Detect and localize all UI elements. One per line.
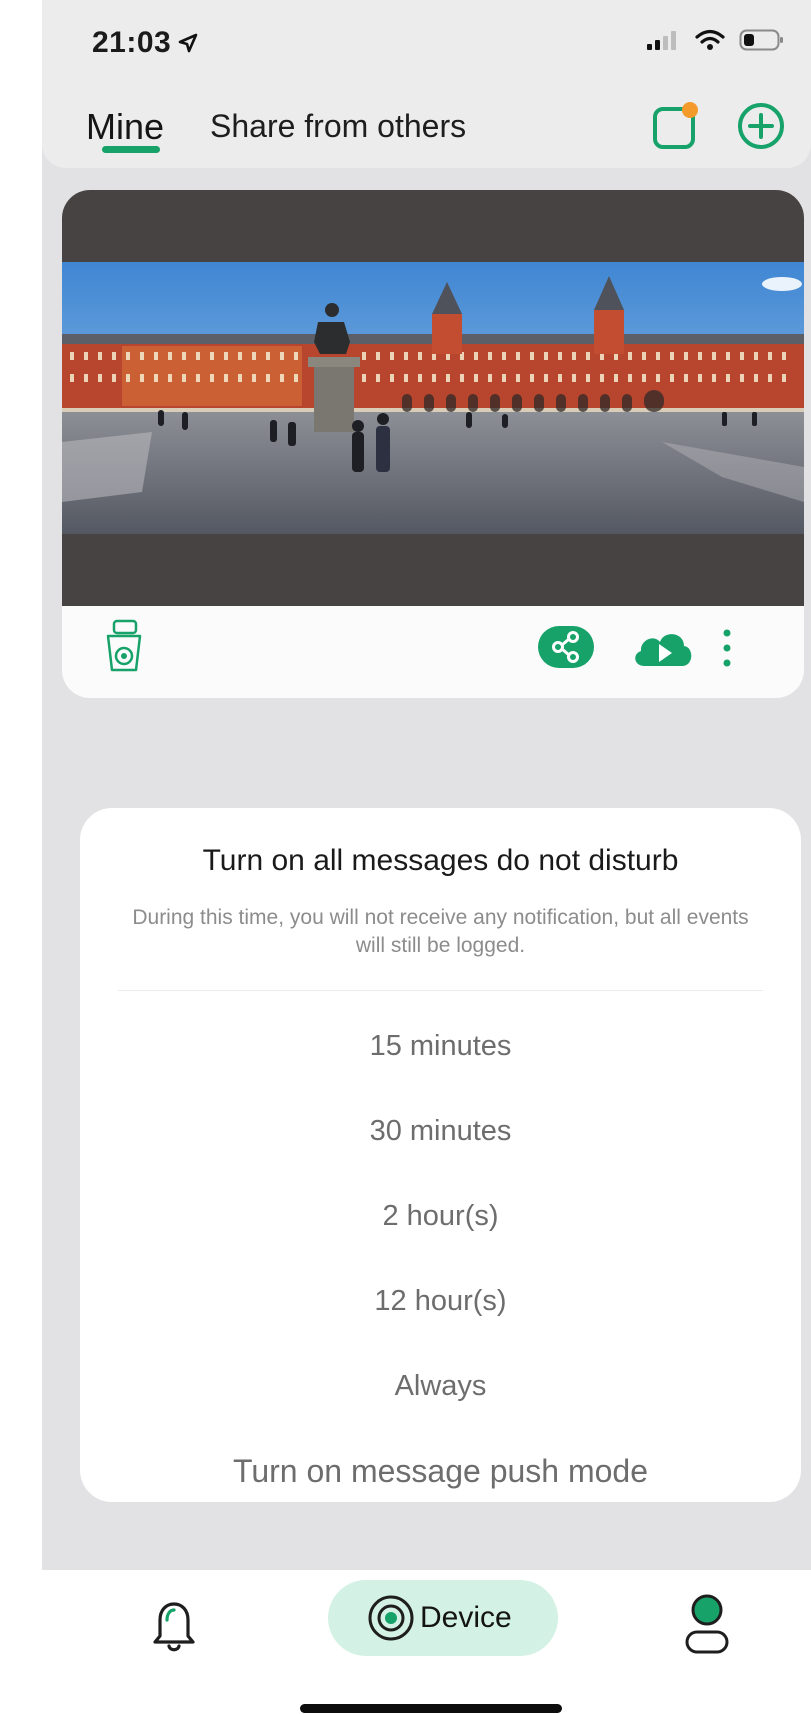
app-header: 21:03 Mine Share from others (42, 0, 811, 168)
camera-card-toolbar (62, 606, 804, 698)
camera-preview[interactable] (62, 190, 804, 606)
nav-device-label: Device (420, 1601, 512, 1634)
battery-icon (739, 29, 783, 51)
camera-preview-image (62, 262, 804, 534)
dnd-option-15-minutes[interactable]: 15 minutes (80, 1004, 801, 1089)
dnd-option-30-minutes[interactable]: 30 minutes (80, 1089, 801, 1174)
push-mode-button[interactable]: Turn on message push mode (80, 1429, 801, 1514)
dnd-dialog-title: Turn on all messages do not disturb (202, 844, 679, 877)
app-screen: 21:03 Mine Share from others Turn on all… (42, 0, 811, 1714)
tab-mine[interactable]: Mine (86, 106, 164, 148)
tab-share-from-others[interactable]: Share from others (210, 108, 466, 145)
dnd-option-2-hours[interactable]: 2 hour(s) (80, 1174, 801, 1259)
bottom-nav: Device (42, 1570, 811, 1714)
nav-device-tab[interactable]: Device (328, 1580, 558, 1656)
dnd-option-12-hours[interactable]: 12 hour(s) (80, 1259, 801, 1344)
message-notification-icon[interactable] (649, 100, 701, 152)
screen-left-margin (0, 0, 42, 1714)
add-circle-icon[interactable] (735, 100, 787, 152)
wifi-icon (695, 29, 725, 50)
status-time-text: 21:03 (92, 26, 172, 59)
camera-card[interactable] (62, 190, 804, 698)
active-tab-indicator (102, 146, 160, 153)
status-bar-time: 21:03 (92, 26, 199, 60)
home-indicator (300, 1704, 562, 1713)
dnd-option-always[interactable]: Always (80, 1344, 801, 1429)
dnd-dialog: Turn on all messages do not disturb Duri… (80, 808, 801, 1502)
cellular-signal-icon (647, 31, 676, 50)
dnd-dialog-description: During this time, you will not receive a… (132, 906, 749, 957)
device-icon (368, 1595, 414, 1641)
dnd-options-list: 15 minutes 30 minutes 2 hour(s) 12 hour(… (80, 1004, 801, 1514)
ptz-camera-icon[interactable] (102, 618, 146, 674)
profile-icon[interactable] (682, 1590, 732, 1660)
divider (118, 990, 763, 991)
more-vertical-icon[interactable] (722, 628, 732, 668)
share-icon[interactable] (538, 626, 594, 668)
bell-icon[interactable] (150, 1596, 198, 1654)
notification-badge (682, 102, 698, 118)
status-bar-icons (645, 28, 785, 52)
cloud-playback-icon[interactable] (630, 624, 696, 670)
location-arrow-icon (178, 33, 198, 53)
